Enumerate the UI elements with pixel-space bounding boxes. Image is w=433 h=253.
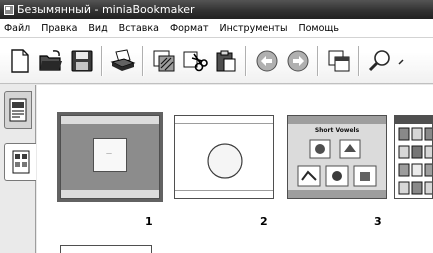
- slide-sorter: — 1 2 Short Vowels 3: [37, 85, 433, 253]
- slide-header-band: [288, 116, 386, 124]
- open-button[interactable]: [35, 45, 66, 76]
- picture-grid-icon: [395, 116, 432, 195]
- toolbar: [0, 38, 433, 84]
- placeholder-caption: —: [106, 150, 112, 157]
- slide-thumbnail[interactable]: [394, 115, 433, 199]
- save-button[interactable]: [66, 45, 97, 76]
- redo-icon: [287, 50, 308, 71]
- slide-layout-icon: [153, 50, 174, 71]
- new-document-button[interactable]: [4, 45, 35, 76]
- slide-number: 1: [145, 215, 153, 228]
- paste-button[interactable]: [210, 45, 241, 76]
- menu-insert[interactable]: Вставка: [114, 23, 165, 34]
- menu-format[interactable]: Формат: [165, 23, 215, 34]
- slide-header-band: [175, 116, 273, 124]
- slide-thumbnail[interactable]: [174, 115, 274, 199]
- copy-page-icon: [328, 50, 349, 71]
- menu-bar: Файл Правка Вид Вставка Формат Инструмен…: [0, 19, 433, 38]
- toolbar-more-button[interactable]: [395, 45, 409, 76]
- menu-view[interactable]: Вид: [83, 23, 113, 34]
- paste-icon: [216, 50, 235, 71]
- redo-button[interactable]: [282, 45, 313, 76]
- toolbar-separator: [245, 45, 247, 76]
- print-button[interactable]: [107, 45, 138, 76]
- new-document-icon: [10, 48, 29, 73]
- zoom-icon: [368, 49, 390, 71]
- menu-edit[interactable]: Правка: [36, 23, 83, 34]
- print-icon: [110, 48, 135, 71]
- side-panel: [0, 85, 36, 253]
- cut-icon: [183, 51, 208, 71]
- slide-header-band: [61, 116, 159, 124]
- undo-icon: [256, 50, 277, 71]
- menu-file[interactable]: Файл: [0, 23, 36, 34]
- slide-thumbnail[interactable]: —: [57, 112, 163, 202]
- chevron-icon: [398, 58, 404, 65]
- slide-number: 2: [260, 215, 268, 228]
- copy-page-button[interactable]: [323, 45, 354, 76]
- slide-footer-band: [61, 190, 159, 198]
- open-folder-icon: [38, 49, 62, 71]
- slide-footer-band: [288, 190, 386, 198]
- slide-footer-band: [175, 190, 273, 198]
- save-floppy-icon: [71, 50, 92, 71]
- slide-layout-button[interactable]: [148, 45, 179, 76]
- undo-button[interactable]: [251, 45, 282, 76]
- toolbar-separator: [101, 45, 103, 76]
- image-placeholder: —: [93, 138, 127, 172]
- picture-grid-icon: [297, 139, 377, 187]
- toolbar-separator: [358, 45, 360, 76]
- page-view-icon: [9, 98, 27, 122]
- title-bar: Безымянный - miniaBookmaker: [0, 0, 433, 19]
- slide-thumbnail[interactable]: Short Vowels: [287, 115, 387, 199]
- window-title: Безымянный - miniaBookmaker: [17, 3, 195, 16]
- menu-help[interactable]: Помощь: [293, 23, 344, 34]
- slide-sorter-icon: [12, 150, 29, 174]
- slide-number: 3: [374, 215, 382, 228]
- slide-thumbnail[interactable]: [60, 245, 152, 253]
- zoom-button[interactable]: [364, 45, 395, 76]
- cut-button[interactable]: [179, 45, 210, 76]
- circle-shape-icon: [207, 143, 243, 179]
- toolbar-separator: [142, 45, 144, 76]
- toolbar-separator: [317, 45, 319, 76]
- tab-page-view[interactable]: [4, 91, 32, 129]
- slide-title: Short Vowels: [314, 127, 360, 134]
- tab-slide-sorter[interactable]: [4, 143, 36, 181]
- menu-tools[interactable]: Инструменты: [214, 23, 293, 34]
- app-icon: [4, 4, 14, 15]
